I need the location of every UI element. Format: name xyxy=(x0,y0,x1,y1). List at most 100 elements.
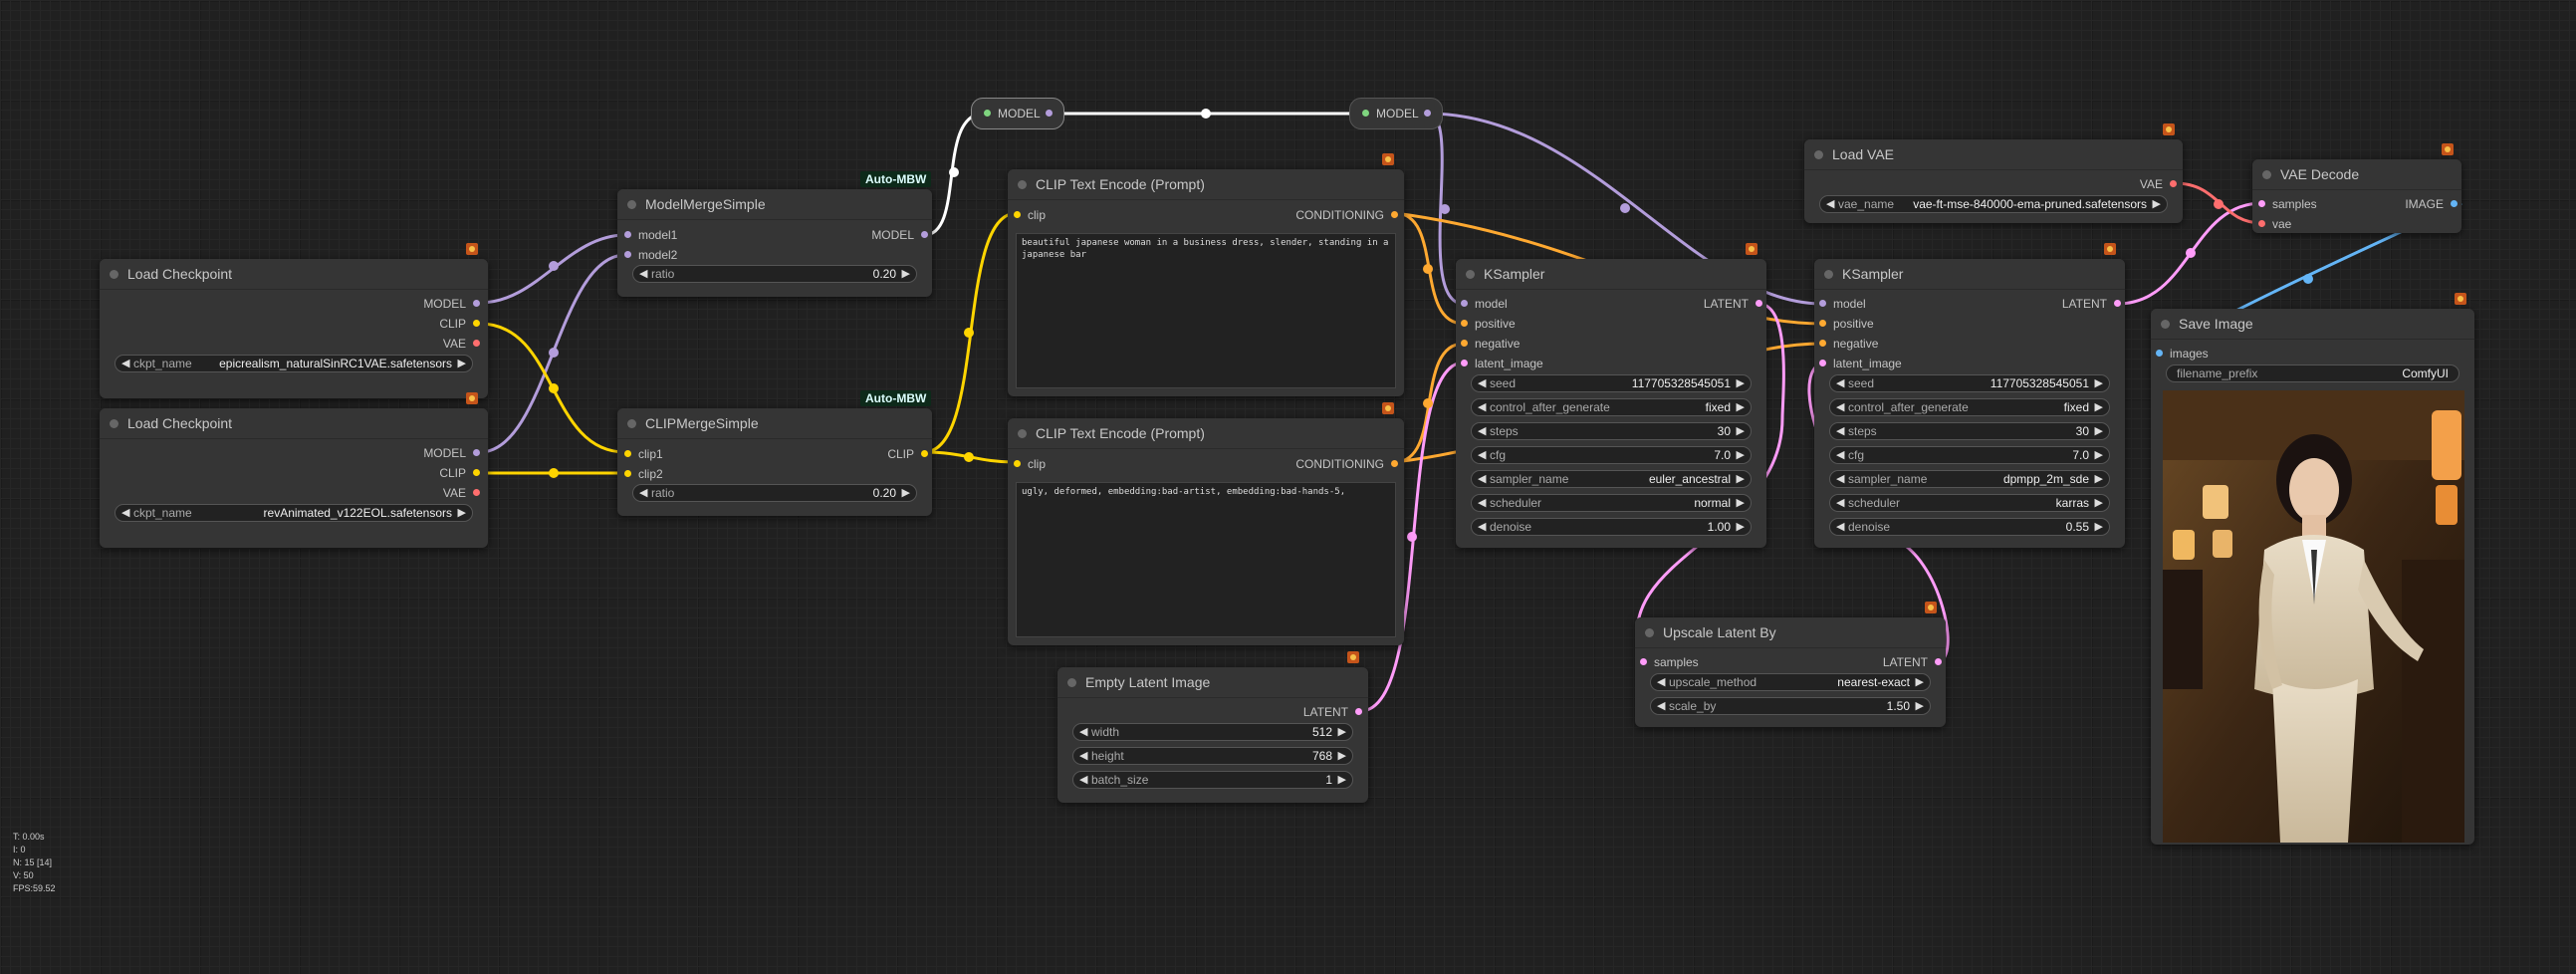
arrow-right-icon[interactable]: ▶ xyxy=(1737,448,1745,461)
arrow-left-icon[interactable]: ◀ xyxy=(1478,400,1486,413)
collapse-dot-icon[interactable] xyxy=(627,200,636,209)
output-latent[interactable]: LATENT xyxy=(2062,297,2121,311)
arrow-right-icon[interactable]: ▶ xyxy=(1737,376,1745,389)
widget-seed[interactable]: ◀ seed 117705328545051 ▶ xyxy=(1829,374,2110,392)
input-positive[interactable]: positive xyxy=(1461,317,1516,331)
arrow-right-icon[interactable]: ▶ xyxy=(458,357,466,369)
arrow-right-icon[interactable]: ▶ xyxy=(1338,749,1346,762)
collapse-dot-icon[interactable] xyxy=(110,270,118,279)
arrow-right-icon[interactable]: ▶ xyxy=(2095,400,2103,413)
collapse-dot-icon[interactable] xyxy=(1814,150,1823,159)
output-vae[interactable]: VAE xyxy=(2140,177,2177,191)
arrow-left-icon[interactable]: ◀ xyxy=(1079,773,1087,786)
arrow-right-icon[interactable]: ▶ xyxy=(2095,424,2103,437)
collapse-dot-icon[interactable] xyxy=(1466,270,1475,279)
output-latent[interactable]: LATENT xyxy=(1303,705,1362,719)
arrow-left-icon[interactable]: ◀ xyxy=(1836,520,1844,533)
reroute-model-a[interactable]: MODEL xyxy=(971,98,1064,129)
widget-sampler-name[interactable]: ◀ sampler_name euler_ancestral ▶ xyxy=(1471,470,1752,488)
input-latent-image[interactable]: latent_image xyxy=(1819,357,1902,370)
arrow-left-icon[interactable]: ◀ xyxy=(1836,400,1844,413)
widget-cfg[interactable]: ◀ cfg 7.0 ▶ xyxy=(1471,446,1752,464)
input-images[interactable]: images xyxy=(2156,347,2209,361)
node-save-image[interactable]: Save Image images filename_prefix ComfyUI xyxy=(2151,309,2474,845)
arrow-left-icon[interactable]: ◀ xyxy=(1478,424,1486,437)
input-model1[interactable]: model1 xyxy=(624,228,677,242)
pin-icon[interactable] xyxy=(1640,658,1647,665)
link-midpoint[interactable] xyxy=(1407,532,1417,542)
arrow-right-icon[interactable]: ▶ xyxy=(902,486,910,499)
arrow-left-icon[interactable]: ◀ xyxy=(1836,424,1844,437)
output-clip[interactable]: CLIP xyxy=(439,317,480,331)
node-clip-text-encode-negative[interactable]: CLIP Text Encode (Prompt) clip CONDITION… xyxy=(1008,418,1404,645)
link-midpoint[interactable] xyxy=(964,328,974,338)
pin-icon[interactable] xyxy=(473,449,480,456)
group-label-auto-mbw[interactable]: Auto-MBW xyxy=(860,171,932,187)
node-load-checkpoint-2[interactable]: Load Checkpoint MODEL CLIP VAE ◀ ckpt_nam… xyxy=(100,408,488,548)
widget-filename-prefix[interactable]: filename_prefix ComfyUI xyxy=(2166,365,2459,382)
collapse-dot-icon[interactable] xyxy=(2262,170,2271,179)
arrow-right-icon[interactable]: ▶ xyxy=(1737,520,1745,533)
link-midpoint[interactable] xyxy=(1423,264,1433,274)
pin-icon[interactable] xyxy=(1391,460,1398,467)
widget-ckpt-name[interactable]: ◀ ckpt_name revAnimated_v122EOL.safetensor… xyxy=(115,504,473,522)
node-header[interactable]: CLIPMergeSimple xyxy=(617,408,932,439)
widget-ckpt-name[interactable]: ◀ ckpt_name epicrealism_naturalSinRC1VAE.s… xyxy=(115,355,473,372)
arrow-left-icon[interactable]: ◀ xyxy=(1836,496,1844,509)
link-midpoint[interactable] xyxy=(949,167,959,177)
widget-height[interactable]: ◀ height 768 ▶ xyxy=(1072,747,1353,765)
arrow-right-icon[interactable]: ▶ xyxy=(2095,376,2103,389)
node-header[interactable]: ModelMergeSimple xyxy=(617,189,932,220)
widget-steps[interactable]: ◀ steps 30 ▶ xyxy=(1829,422,2110,440)
input-negative[interactable]: negative xyxy=(1461,337,1520,351)
node-header[interactable]: CLIP Text Encode (Prompt) xyxy=(1008,169,1404,200)
arrow-right-icon[interactable]: ▶ xyxy=(1338,725,1346,738)
arrow-left-icon[interactable]: ◀ xyxy=(1478,472,1486,485)
pin-icon[interactable] xyxy=(921,450,928,457)
pin-icon[interactable] xyxy=(624,251,631,258)
pin-icon[interactable] xyxy=(473,469,480,476)
arrow-left-icon[interactable]: ◀ xyxy=(1836,376,1844,389)
input-model[interactable]: model xyxy=(1819,297,1866,311)
arrow-left-icon[interactable]: ◀ xyxy=(1478,520,1486,533)
pin-icon[interactable] xyxy=(2258,200,2265,207)
output-vae[interactable]: VAE xyxy=(443,337,480,351)
pin-icon[interactable] xyxy=(1014,211,1021,218)
pin-icon[interactable] xyxy=(473,489,480,496)
link-midpoint[interactable] xyxy=(2186,248,2196,258)
link-midpoint[interactable] xyxy=(549,383,559,393)
pin-icon[interactable] xyxy=(2156,350,2163,357)
node-header[interactable]: KSampler xyxy=(1814,259,2125,290)
arrow-right-icon[interactable]: ▶ xyxy=(2095,496,2103,509)
prompt-textarea[interactable]: ugly, deformed, embedding:bad-artist, em… xyxy=(1016,482,1396,637)
collapse-dot-icon[interactable] xyxy=(1018,180,1027,189)
arrow-right-icon[interactable]: ▶ xyxy=(1916,699,1924,712)
widget-scale-by[interactable]: ◀ scale_by 1.50 ▶ xyxy=(1650,697,1931,715)
widget-denoise[interactable]: ◀ denoise 1.00 ▶ xyxy=(1471,518,1752,536)
pin-icon[interactable] xyxy=(1461,320,1468,327)
arrow-left-icon[interactable]: ◀ xyxy=(1836,472,1844,485)
widget-width[interactable]: ◀ width 512 ▶ xyxy=(1072,723,1353,741)
generated-image-preview[interactable] xyxy=(2163,390,2464,843)
output-model[interactable]: MODEL xyxy=(871,228,928,242)
arrow-right-icon[interactable]: ▶ xyxy=(2095,448,2103,461)
link-midpoint[interactable] xyxy=(549,348,559,358)
widget-ratio[interactable]: ◀ ratio 0.20 ▶ xyxy=(632,265,917,283)
node-load-checkpoint-1[interactable]: Load Checkpoint MODEL CLIP VAE ◀ ckpt_nam… xyxy=(100,259,488,398)
arrow-right-icon[interactable]: ▶ xyxy=(1737,472,1745,485)
pin-icon[interactable] xyxy=(624,231,631,238)
arrow-left-icon[interactable]: ◀ xyxy=(1657,675,1665,688)
pin-icon[interactable] xyxy=(624,450,631,457)
pin-icon[interactable] xyxy=(1461,360,1468,366)
node-header[interactable]: Load VAE xyxy=(1804,139,2183,170)
node-vae-decode[interactable]: VAE Decode samples vae IMAGE xyxy=(2252,159,2461,233)
node-header[interactable]: Load Checkpoint xyxy=(100,408,488,439)
node-header[interactable]: Upscale Latent By xyxy=(1635,617,1946,648)
arrow-right-icon[interactable]: ▶ xyxy=(1737,400,1745,413)
widget-denoise[interactable]: ◀ denoise 0.55 ▶ xyxy=(1829,518,2110,536)
arrow-right-icon[interactable]: ▶ xyxy=(1916,675,1924,688)
node-header[interactable]: VAE Decode xyxy=(2252,159,2461,190)
input-samples[interactable]: samples xyxy=(2258,197,2317,211)
link-midpoint[interactable] xyxy=(1620,203,1630,213)
arrow-left-icon[interactable]: ◀ xyxy=(1478,376,1486,389)
